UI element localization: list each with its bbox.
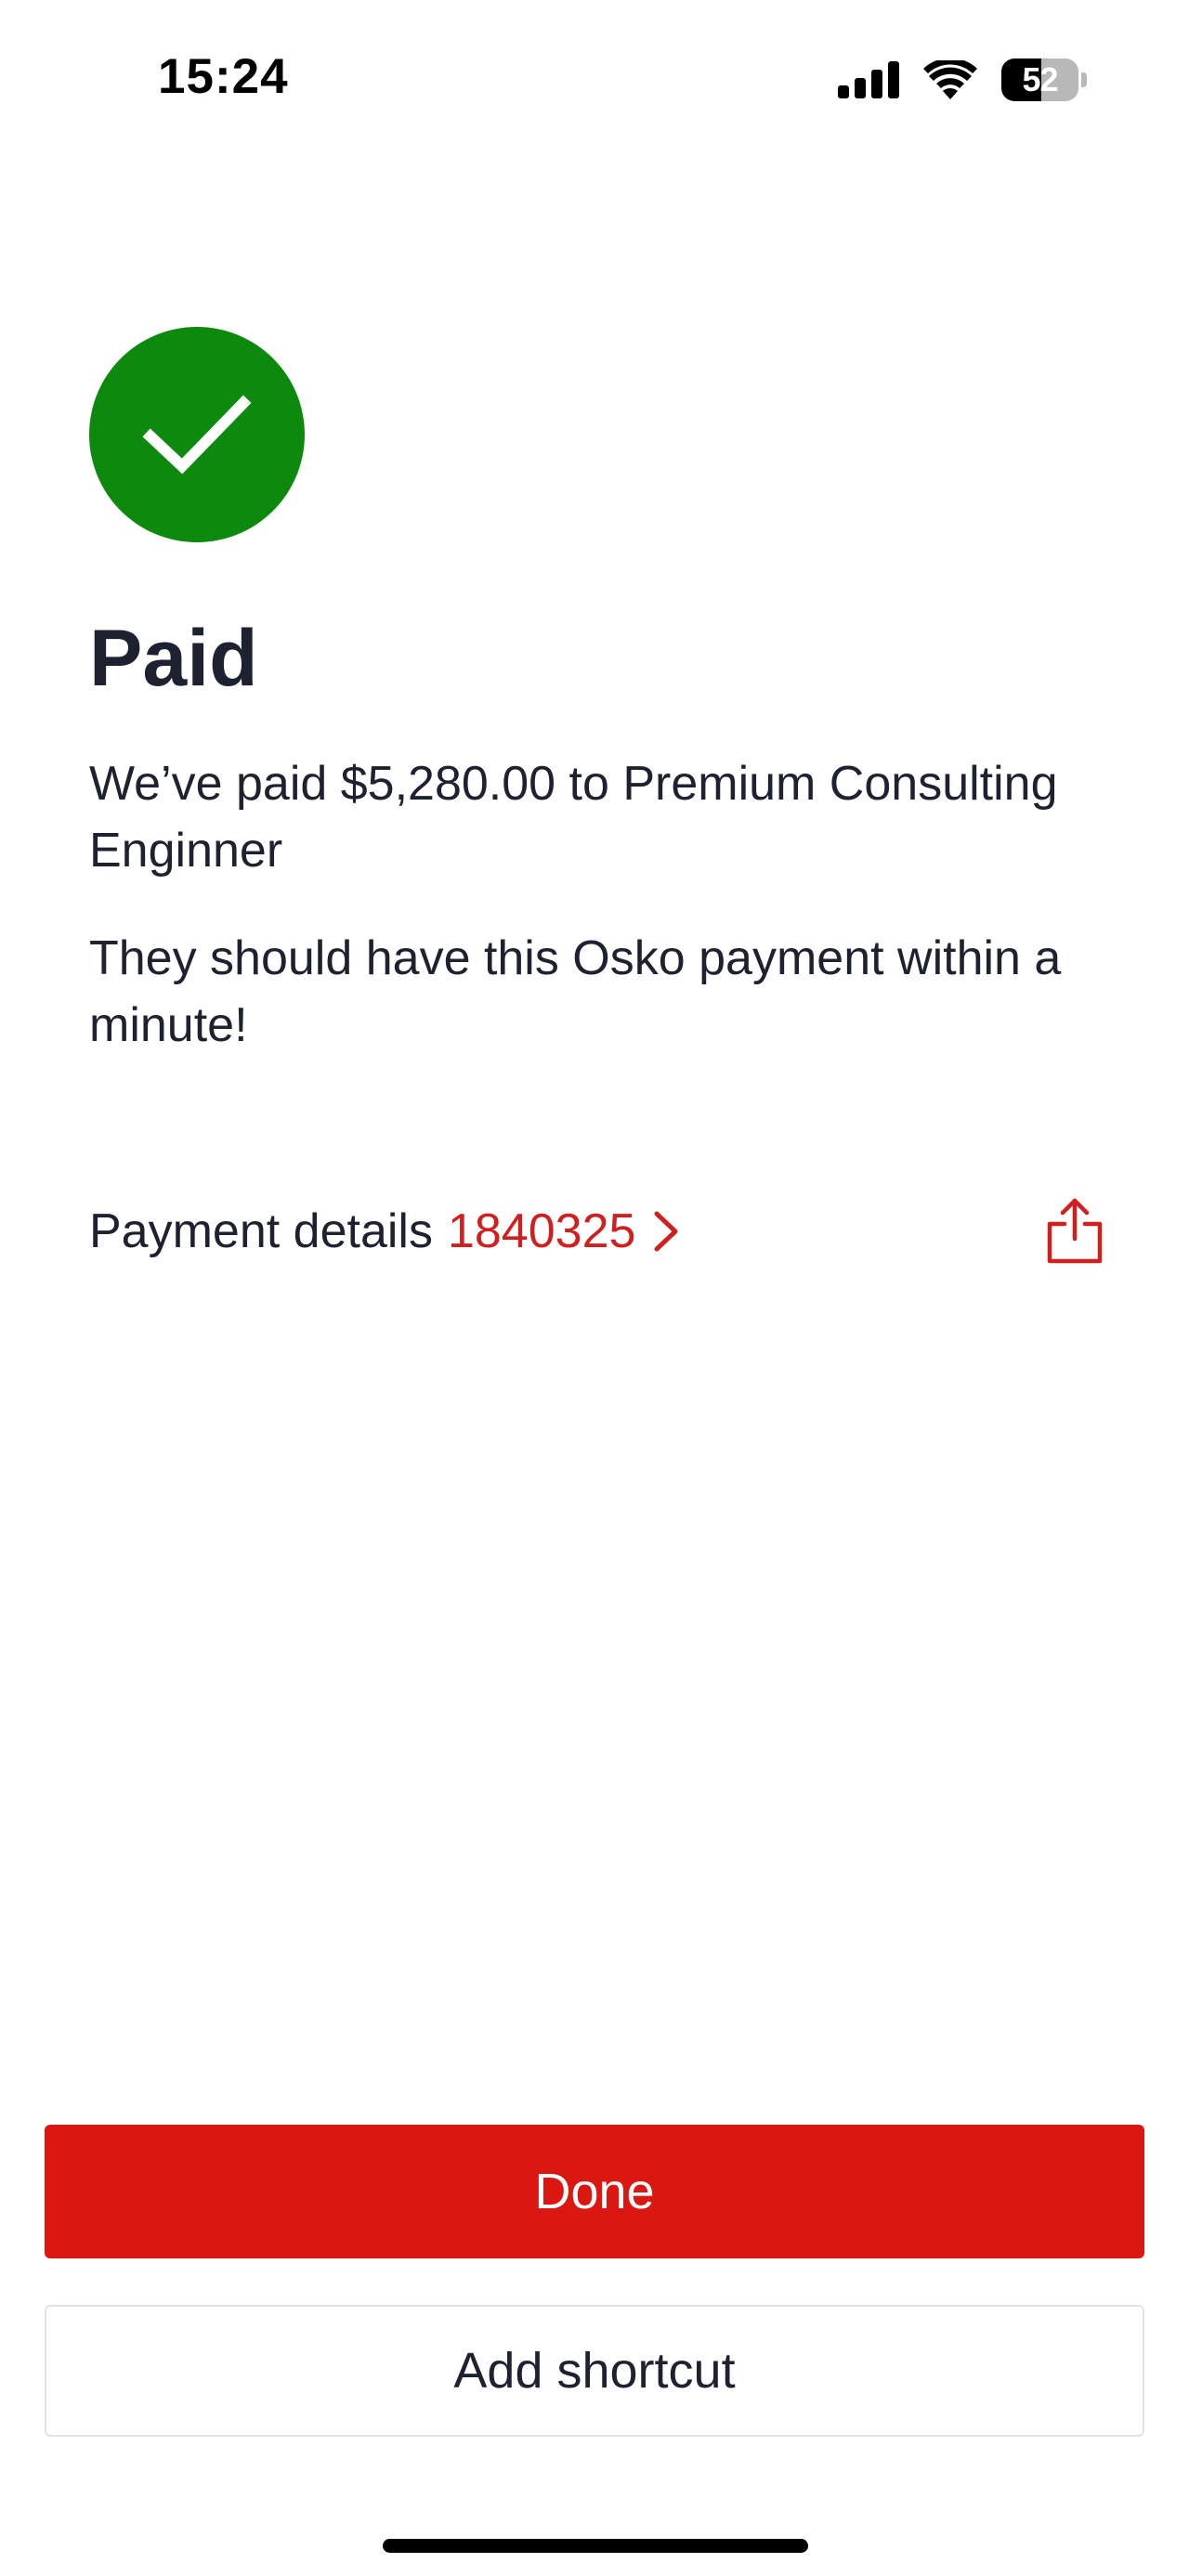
payment-details-label: Payment details — [89, 1204, 433, 1258]
battery-icon: 52 — [1001, 59, 1087, 101]
page-title: Paid — [89, 614, 258, 703]
share-icon[interactable] — [1044, 1198, 1105, 1265]
home-indicator[interactable] — [383, 2539, 808, 2553]
payment-confirmation-text: We’ve paid $5,280.00 to Premium Consulti… — [89, 757, 1058, 878]
done-button[interactable]: Done — [45, 2125, 1144, 2258]
payment-reference-number: 1840325 — [447, 1204, 636, 1258]
chevron-right-icon — [654, 1211, 678, 1252]
osko-timing-text: They should have this Osko payment withi… — [89, 931, 1062, 1052]
success-checkmark-icon — [89, 327, 305, 542]
status-indicators: 52 — [838, 58, 1087, 102]
checkmark-icon — [142, 395, 252, 475]
cellular-signal-icon — [838, 61, 899, 98]
add-shortcut-button[interactable]: Add shortcut — [45, 2305, 1144, 2437]
status-bar: 15:24 52 — [0, 0, 1189, 158]
payment-details-link[interactable]: Payment details 1840325 — [89, 1198, 680, 1265]
wifi-icon — [923, 60, 977, 99]
battery-level: 52 — [1022, 60, 1059, 98]
status-time: 15:24 — [158, 49, 289, 104]
